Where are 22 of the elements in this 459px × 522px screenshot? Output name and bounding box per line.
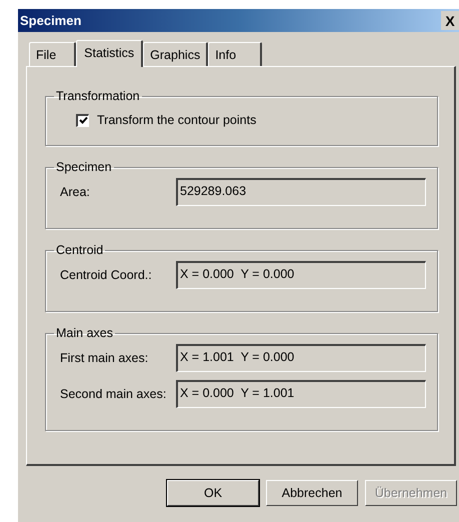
- window-title: Specimen: [20, 13, 82, 28]
- readonly-field[interactable]: X = 0.000 Y = 1.001: [176, 380, 426, 408]
- dialog-button[interactable]: Abbrechen: [266, 480, 358, 506]
- group-title: Transformation: [55, 89, 141, 103]
- field-label: Centroid Coord.:: [60, 268, 153, 282]
- readonly-field[interactable]: X = 1.001 Y = 0.000: [176, 344, 426, 372]
- field-label: First main axes:: [60, 351, 150, 365]
- field-label: Second main axes:: [60, 387, 168, 401]
- readonly-field[interactable]: X = 0.000 Y = 0.000: [176, 261, 426, 289]
- group-title: Main axes: [55, 326, 114, 340]
- tab[interactable]: File: [29, 42, 76, 66]
- checkbox-label: Transform the contour points: [97, 113, 256, 127]
- dialog-button[interactable]: OK: [167, 480, 259, 506]
- group-title: Specimen: [55, 160, 113, 174]
- tab[interactable]: Info: [208, 42, 262, 66]
- close-button[interactable]: X: [441, 11, 459, 30]
- readonly-field[interactable]: 529289.063: [176, 178, 426, 206]
- field-label: Area:: [60, 185, 91, 199]
- checkbox[interactable]: [76, 114, 89, 126]
- tab[interactable]: Statistics: [76, 40, 144, 67]
- group-title: Centroid: [55, 243, 104, 257]
- tab[interactable]: Graphics: [143, 42, 208, 66]
